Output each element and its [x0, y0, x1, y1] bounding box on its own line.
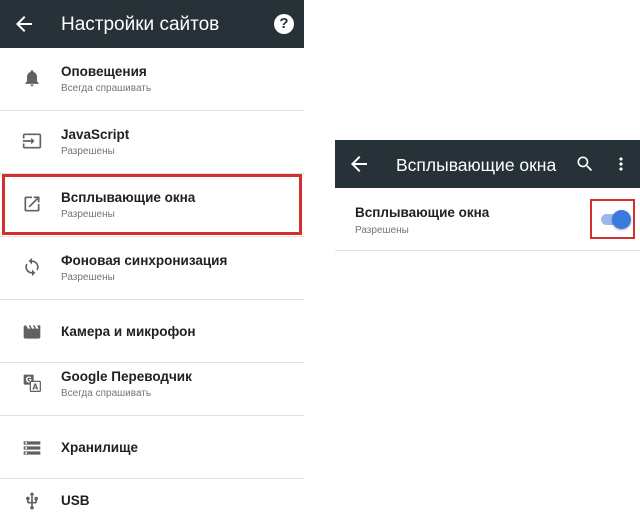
- settings-item-usb[interactable]: USB: [0, 469, 304, 522]
- settings-item-status: Разрешены: [61, 209, 115, 220]
- search-icon[interactable]: [575, 154, 595, 174]
- site-settings-panel: Настройки сайтов ? Оповещения Всегда спр…: [0, 0, 304, 522]
- settings-item-status: Разрешены: [61, 272, 115, 283]
- svg-text:A: A: [32, 382, 38, 391]
- settings-item-javascript[interactable]: JavaScript Разрешены: [0, 111, 304, 174]
- popups-settings-panel: Всплывающие окна Всплывающие окна Разреш…: [335, 140, 640, 252]
- settings-item-label: Фоновая синхронизация: [61, 253, 228, 268]
- settings-item-status: Всегда спрашивать: [61, 83, 152, 94]
- settings-item-label: JavaScript: [61, 127, 130, 142]
- setting-label: Всплывающие окна: [355, 205, 490, 220]
- more-vert-icon[interactable]: [611, 154, 631, 174]
- settings-item-label: Google Переводчик: [61, 369, 192, 384]
- popups-toolbar: Всплывающие окна: [335, 140, 640, 188]
- popups-toggle-switch[interactable]: [597, 208, 631, 230]
- help-icon[interactable]: ?: [274, 14, 294, 34]
- arrow-back-icon[interactable]: [347, 152, 371, 176]
- input-arrow-icon: [22, 131, 42, 151]
- settings-item-google-translate[interactable]: GA Google Переводчик Всегда спрашивать: [0, 353, 304, 416]
- page-title: Настройки сайтов: [61, 14, 220, 35]
- translate-icon: GA: [22, 373, 42, 393]
- settings-item-label: Хранилище: [61, 440, 138, 455]
- settings-item-popups[interactable]: Всплывающие окна Разрешены: [0, 174, 304, 237]
- settings-item-label: USB: [61, 493, 90, 508]
- setting-status: Разрешены: [355, 225, 409, 236]
- popups-setting-row[interactable]: Всплывающие окна Разрешены: [335, 188, 640, 251]
- toggle-thumb: [612, 210, 631, 229]
- storage-icon: [22, 438, 42, 458]
- site-settings-toolbar: Настройки сайтов ?: [0, 0, 304, 48]
- usb-icon: [22, 491, 42, 511]
- settings-item-label: Всплывающие окна: [61, 190, 196, 205]
- sync-icon: [22, 257, 42, 277]
- open-in-new-icon: [22, 194, 42, 214]
- camera-icon: [22, 322, 42, 342]
- settings-item-background-sync[interactable]: Фоновая синхронизация Разрешены: [0, 237, 304, 300]
- page-title: Всплывающие окна: [396, 155, 557, 175]
- settings-item-label: Камера и микрофон: [61, 324, 196, 339]
- arrow-back-icon[interactable]: [12, 12, 36, 36]
- bell-icon: [22, 68, 42, 88]
- settings-item-notifications[interactable]: Оповещения Всегда спрашивать: [0, 48, 304, 111]
- settings-item-label: Оповещения: [61, 64, 147, 79]
- settings-item-status: Разрешены: [61, 146, 115, 157]
- settings-item-status: Всегда спрашивать: [61, 388, 152, 399]
